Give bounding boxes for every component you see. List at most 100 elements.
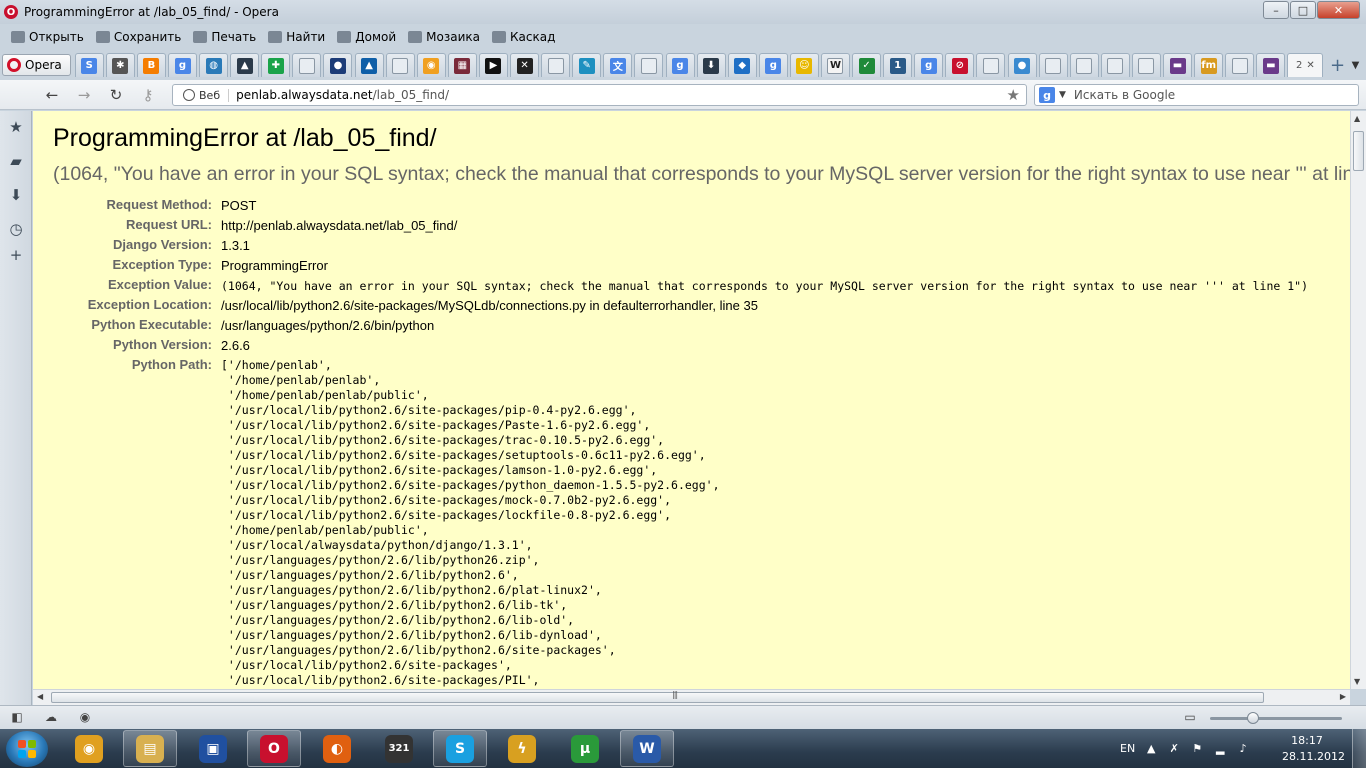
scroll-up-icon[interactable]: ▲ (1354, 114, 1360, 123)
browser-tab[interactable] (1038, 53, 1068, 77)
google-search-icon[interactable]: g (1039, 87, 1055, 103)
taskbar-app-media-player[interactable]: 321 (372, 730, 426, 767)
security-flag-icon[interactable]: ⚑ (1190, 742, 1204, 756)
scroll-left-icon[interactable]: ◀ (37, 692, 43, 701)
start-button[interactable] (6, 731, 48, 767)
add-panel-icon[interactable]: + (8, 247, 24, 263)
browser-tab[interactable] (1225, 53, 1255, 77)
url-text[interactable]: penlab.alwaysdata.net/lab_05_find/ (236, 88, 449, 102)
bookmark-star-icon[interactable]: ★ (1007, 86, 1020, 104)
horizontal-scroll-thumb[interactable]: ||| (51, 690, 1264, 703)
taskbar-app-winamp[interactable]: ϟ (495, 730, 549, 767)
forward-arrow-icon[interactable]: → (74, 86, 94, 104)
menu-item-home[interactable]: Домой (332, 27, 401, 47)
browser-tab[interactable]: ☺ (789, 53, 819, 77)
menu-item-save[interactable]: Сохранить (91, 27, 187, 47)
browser-tab[interactable]: ▬ (1256, 53, 1286, 77)
search-input[interactable] (1073, 88, 1334, 102)
close-button[interactable]: ✕ (1317, 1, 1360, 19)
zoom-slider-knob[interactable] (1247, 712, 1259, 724)
browser-tab[interactable]: ✱ (105, 53, 135, 77)
tray-expand-icon[interactable]: ▲ (1144, 742, 1158, 756)
taskbar-app-explorer[interactable]: ▤ (123, 730, 177, 767)
browser-tab[interactable]: 1 (883, 53, 913, 77)
browser-tab[interactable]: g (914, 53, 944, 77)
browser-tab[interactable] (292, 53, 322, 77)
scroll-down-icon[interactable]: ▼ (1354, 677, 1360, 686)
browser-tab[interactable]: ▲ (354, 53, 384, 77)
panel-toggle-icon[interactable]: ◧ (9, 710, 25, 724)
zoom-slider[interactable] (1210, 712, 1342, 724)
speed-dial-icon[interactable]: ◉ (77, 710, 93, 724)
browser-tab[interactable] (1100, 53, 1130, 77)
scroll-right-icon[interactable]: ▶ (1340, 692, 1346, 701)
maximize-button[interactable]: □ (1290, 1, 1316, 19)
browser-tab[interactable]: W (820, 53, 850, 77)
browser-tab[interactable]: ⬇ (696, 53, 726, 77)
taskbar-app-skype[interactable]: S (433, 730, 487, 767)
tab-menu-icon[interactable]: ▼ (1347, 55, 1363, 75)
chevron-down-icon[interactable]: ▼ (1059, 90, 1066, 100)
opera-menu-button[interactable]: Opera (2, 54, 71, 76)
browser-tab[interactable]: S (74, 53, 104, 77)
downloads-icon[interactable]: ⬇ (8, 187, 24, 203)
browser-tab[interactable] (385, 53, 415, 77)
browser-tab[interactable]: ✕ (510, 53, 540, 77)
horizontal-scrollbar[interactable]: ◀ ||| ▶ (33, 689, 1350, 705)
browser-tab[interactable] (1131, 53, 1161, 77)
reload-icon[interactable]: ↻ (106, 86, 126, 104)
browser-tab[interactable]: B (136, 53, 166, 77)
browser-tab[interactable]: ◉ (416, 53, 446, 77)
menu-item-cascade[interactable]: Каскад (487, 27, 560, 47)
browser-tab[interactable]: ▲ (230, 53, 260, 77)
show-desktop-button[interactable] (1352, 729, 1366, 768)
browser-tab[interactable]: fm (1194, 53, 1224, 77)
notes-icon[interactable]: ▰ (8, 153, 24, 169)
language-indicator[interactable]: EN (1120, 742, 1135, 755)
browser-tab[interactable]: ▬ (1163, 53, 1193, 77)
browser-tab[interactable] (1069, 53, 1099, 77)
browser-tab[interactable]: ● (323, 53, 353, 77)
key-icon[interactable]: ⚷ (138, 86, 158, 104)
bookmarks-star-icon[interactable]: ★ (8, 119, 24, 135)
menu-item-folder[interactable]: Открыть (6, 27, 89, 47)
security-badge[interactable]: Веб (199, 88, 230, 102)
menu-item-magnifier[interactable]: Найти (263, 27, 330, 47)
browser-tab[interactable] (541, 53, 571, 77)
taskbar-app-utorrent[interactable]: µ (558, 730, 612, 767)
browser-tab[interactable]: ✚ (261, 53, 291, 77)
taskbar-app-save[interactable]: ▣ (186, 730, 240, 767)
browser-tab[interactable]: ▶ (478, 53, 508, 77)
search-box[interactable]: g ▼ (1034, 84, 1359, 106)
address-bar[interactable]: Веб penlab.alwaysdata.net/lab_05_find/ ★ (172, 84, 1027, 106)
menu-item-printer[interactable]: Печать (188, 27, 261, 47)
browser-tab[interactable]: ▦ (447, 53, 477, 77)
history-clock-icon[interactable]: ◷ (8, 221, 24, 237)
vertical-scroll-thumb[interactable] (1353, 131, 1364, 171)
browser-tab[interactable]: ◆ (727, 53, 757, 77)
taskbar-app-chrome[interactable]: ◉ (62, 730, 116, 767)
browser-tab[interactable]: g (758, 53, 788, 77)
browser-tab[interactable] (634, 53, 664, 77)
vertical-scrollbar[interactable]: ▲ ▼ (1350, 111, 1366, 689)
browser-tab[interactable]: g (665, 53, 695, 77)
browser-tab[interactable] (976, 53, 1006, 77)
signal-bars-icon[interactable]: ▂ (1213, 742, 1227, 756)
taskbar-app-word[interactable]: W (620, 730, 674, 767)
browser-tab[interactable]: ● (1007, 53, 1037, 77)
browser-tab[interactable]: g (168, 53, 198, 77)
browser-tab[interactable]: ◍ (199, 53, 229, 77)
browser-tab[interactable]: ⊘ (945, 53, 975, 77)
network-error-icon[interactable]: ✗ (1167, 742, 1181, 756)
active-tab[interactable]: 2 ✕ (1287, 53, 1324, 77)
browser-tab[interactable]: 文 (603, 53, 633, 77)
menu-item-tile[interactable]: Мозаика (403, 27, 485, 47)
browser-tab[interactable]: ✎ (572, 53, 602, 77)
cloud-icon[interactable]: ☁ (43, 710, 59, 724)
back-arrow-icon[interactable]: ← (42, 86, 62, 104)
new-tab-icon[interactable]: + (1327, 55, 1347, 76)
taskbar-app-opera[interactable]: O (247, 730, 301, 767)
tab-close-icon[interactable]: ✕ (1306, 60, 1314, 71)
taskbar-app-firefox[interactable]: ◐ (310, 730, 364, 767)
minimize-button[interactable]: – (1263, 1, 1289, 19)
